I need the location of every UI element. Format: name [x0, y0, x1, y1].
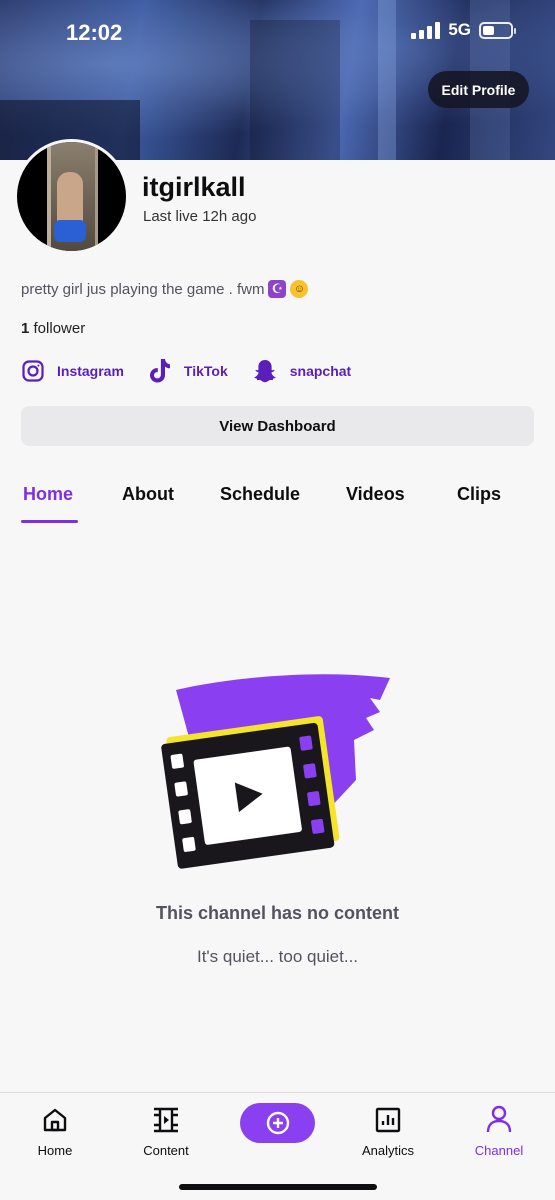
tab-home[interactable]: Home	[23, 484, 73, 505]
channel-tabs: Home About Schedule Videos Clips	[0, 484, 555, 524]
view-dashboard-button[interactable]: View Dashboard	[21, 406, 534, 446]
status-time: 12:02	[66, 20, 123, 45]
social-label: TikTok	[183, 363, 228, 379]
social-label: Instagram	[57, 363, 124, 379]
followers-number: 1	[21, 320, 30, 337]
tab-schedule[interactable]: Schedule	[220, 484, 300, 505]
create-button[interactable]	[240, 1103, 315, 1143]
followers-count: 1 follower	[21, 320, 85, 337]
house-icon	[43, 1108, 67, 1132]
last-live-status: Last live 12h ago	[143, 208, 257, 225]
kissing-face-emoji-icon: ☺	[290, 280, 309, 298]
tab-about[interactable]: About	[122, 484, 174, 505]
battery-icon	[479, 21, 516, 39]
followers-label: follower	[33, 320, 86, 337]
nav-analytics[interactable]: Analytics	[338, 1103, 438, 1158]
nav-content[interactable]: Content	[116, 1103, 216, 1158]
chart-icon	[375, 1107, 401, 1133]
social-link-snapchat[interactable]: snapchat	[252, 358, 351, 384]
edit-profile-button[interactable]: Edit Profile	[428, 71, 529, 108]
film-icon	[154, 1107, 178, 1133]
social-links: Instagram TikTok snapchat	[21, 358, 375, 384]
nav-channel[interactable]: Channel	[449, 1103, 549, 1158]
instagram-icon	[22, 360, 44, 382]
nav-home[interactable]: Home	[5, 1103, 105, 1158]
person-icon	[486, 1105, 512, 1133]
nav-label: Home	[37, 1143, 73, 1158]
bio-text: pretty girl jus playing the game . fwm	[21, 280, 265, 298]
plus-circle-icon	[266, 1111, 289, 1135]
home-indicator	[179, 1184, 377, 1190]
empty-state-subtitle: It's quiet... too quiet...	[196, 947, 359, 966]
nav-label: Channel	[474, 1143, 524, 1158]
film-reel-illustration	[161, 674, 390, 869]
tab-videos[interactable]: Videos	[346, 484, 405, 505]
star-crescent-emoji-icon: ☪	[268, 280, 287, 298]
social-link-tiktok[interactable]: TikTok	[148, 358, 228, 384]
nav-label: Analytics	[361, 1143, 415, 1158]
nav-label: Content	[143, 1143, 189, 1158]
bio: pretty girl jus playing the game . fwm ☪…	[21, 280, 309, 298]
signal-icon	[411, 21, 441, 39]
empty-state-title: This channel has no content	[155, 903, 400, 923]
avatar[interactable]	[14, 139, 129, 254]
social-link-instagram[interactable]: Instagram	[21, 359, 124, 383]
active-tab-indicator	[21, 520, 78, 523]
status-icons: 5G	[411, 20, 516, 40]
network-label: 5G	[448, 20, 471, 39]
tab-clips[interactable]: Clips	[457, 484, 501, 505]
username: itgirlkall	[142, 172, 246, 202]
tiktok-icon	[149, 359, 170, 383]
social-label: snapchat	[289, 363, 352, 379]
snapchat-icon	[253, 360, 276, 383]
